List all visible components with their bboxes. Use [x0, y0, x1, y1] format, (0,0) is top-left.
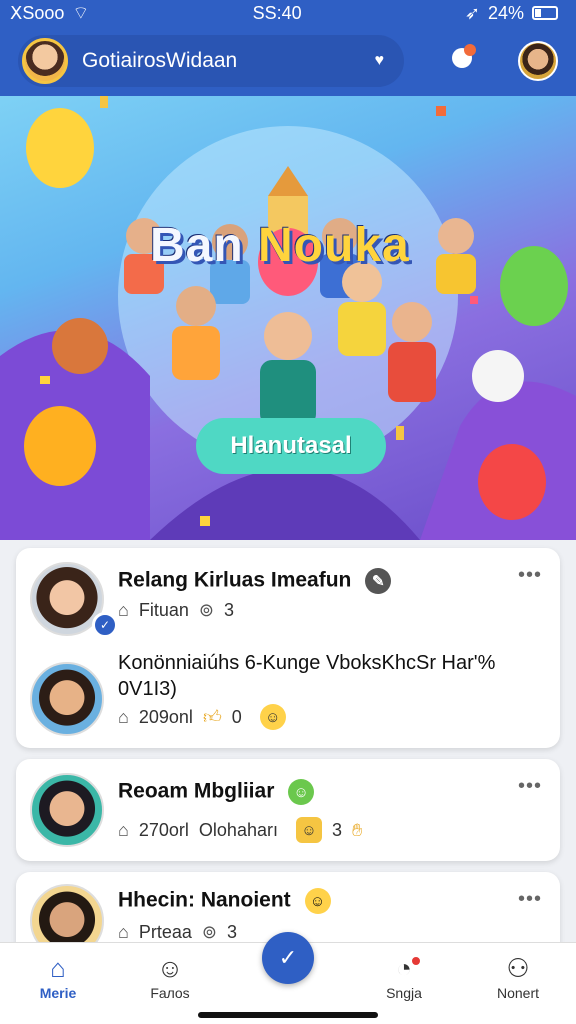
verified-icon: ✓: [92, 612, 118, 638]
location-icon: ➶: [464, 2, 480, 23]
meta-count: 3: [224, 600, 235, 620]
app-header: GotiairosWidaan ♥: [0, 26, 576, 96]
more-icon[interactable]: •••: [518, 564, 542, 587]
battery-icon: [532, 6, 558, 20]
user-icon: ⚇: [506, 952, 530, 983]
user-name[interactable]: Hhecin: Nanoient ☺: [118, 888, 331, 914]
emoji-icon[interactable]: ☺: [295, 817, 322, 843]
emoji-icon: ☺: [288, 779, 315, 805]
emoji-icon[interactable]: ☺: [259, 704, 286, 730]
channel-switcher[interactable]: GotiairosWidaan ♥: [18, 35, 404, 87]
heart-icon[interactable]: ♥: [375, 52, 385, 70]
post-meta: ⌂ 209onl 👍︎ 0 ☺: [118, 704, 286, 730]
nav-stats-label: Sngja: [386, 985, 422, 1001]
more-icon[interactable]: •••: [518, 888, 542, 911]
meta-count: 3: [227, 922, 238, 942]
thumbs-up-icon[interactable]: ✋︎: [352, 820, 362, 841]
nav-faces[interactable]: ☺ Faлos: [130, 951, 210, 1002]
feed-card[interactable]: Reoam Mbgliiar ☺ ••• ⌂ 270orl Olohaharı …: [16, 759, 560, 861]
user-name-text: Relang Kirluas Imeafun: [118, 568, 352, 592]
user-avatar[interactable]: [30, 662, 104, 736]
home-icon: ⌂: [50, 952, 66, 983]
status-bar: 𝖷Sooo ⌔ SS:40 ➶ 24%: [0, 0, 576, 26]
meta-label: Fituan: [138, 600, 189, 620]
nav-home-label: Merie: [39, 985, 77, 1001]
carrier-label: 𝖷Sooo: [10, 2, 65, 23]
post-meta: ⌂ Prteaa ⊚ 3: [118, 922, 237, 943]
clock: SS:40: [252, 2, 302, 23]
nav-profile-label: Nonert: [496, 985, 540, 1001]
nav-profile[interactable]: ⚇ Nonert: [478, 951, 558, 1002]
nav-faces-label: Faлos: [150, 985, 190, 1001]
meta-label: 209onl: [138, 706, 193, 727]
smile-icon: ☺: [156, 952, 184, 983]
bookmark-icon: ⌂: [118, 600, 129, 620]
post-text: Konönniaiúhs 6-Kunge VboksKhcSr Har'% 0V…: [118, 652, 496, 700]
thumbs-up-icon[interactable]: 👍︎: [203, 706, 222, 728]
bookmark-icon: ⌂: [118, 706, 129, 727]
post-meta: ⌂ Fituan ⊚ 3: [118, 600, 234, 621]
hero-badge[interactable]: Hlanutasal: [196, 418, 386, 474]
bell-icon: ◔: [396, 952, 412, 983]
battery-percent: 24%: [487, 2, 524, 23]
user-name[interactable]: Relang Kirluas Imeafun ✎: [118, 568, 392, 594]
like-icon[interactable]: ⊚: [202, 922, 217, 943]
hero-title-part1: Ban: [150, 219, 259, 272]
profile-avatar[interactable]: [518, 41, 558, 81]
nav-home[interactable]: ⌂ Merie: [18, 951, 98, 1002]
bookmark-icon: ⌂: [118, 922, 129, 942]
meta-label-2: Olohaharı: [198, 819, 278, 840]
check-icon[interactable]: ✓: [262, 932, 314, 984]
post-meta: ⌂ 270orl Olohaharı ☺ 3 ✋︎: [118, 817, 362, 843]
user-avatar[interactable]: [30, 773, 104, 847]
home-indicator: [198, 1012, 378, 1018]
meta-label: 270orl: [138, 819, 189, 840]
feed-card[interactable]: ✓ Relang Kirluas Imeafun ✎ ••• ⌂ Fituan …: [16, 548, 560, 748]
meta-count: 0: [231, 706, 242, 727]
hero-title-part2: Nouka: [258, 219, 410, 272]
hero-title: Ban Nouka: [150, 218, 410, 273]
user-name-text: Reoam Mbgliiar: [118, 779, 275, 803]
user-name[interactable]: Reoam Mbgliiar ☺: [118, 779, 315, 805]
notification-dot: [410, 955, 422, 967]
bookmark-icon: ⌂: [118, 819, 129, 840]
header-title: GotiairosWidaan: [82, 49, 238, 72]
more-icon[interactable]: •••: [518, 775, 542, 798]
badge-icon: ✎: [365, 568, 392, 594]
like-icon[interactable]: ⊚: [199, 600, 214, 621]
spark-icon[interactable]: [446, 44, 480, 78]
nav-stats[interactable]: ◔ Sngja: [364, 951, 444, 1001]
meta-label: Prteaa: [138, 922, 192, 942]
user-name-text: Hhecin: Nanoient: [118, 888, 291, 912]
wifi-icon: ⌔: [72, 2, 90, 23]
channel-avatar: [22, 38, 68, 84]
hero-banner[interactable]: Ban Nouka Hlanutasal: [0, 96, 576, 540]
emoji-icon: ☺: [304, 888, 331, 914]
meta-count: 3: [331, 819, 342, 840]
